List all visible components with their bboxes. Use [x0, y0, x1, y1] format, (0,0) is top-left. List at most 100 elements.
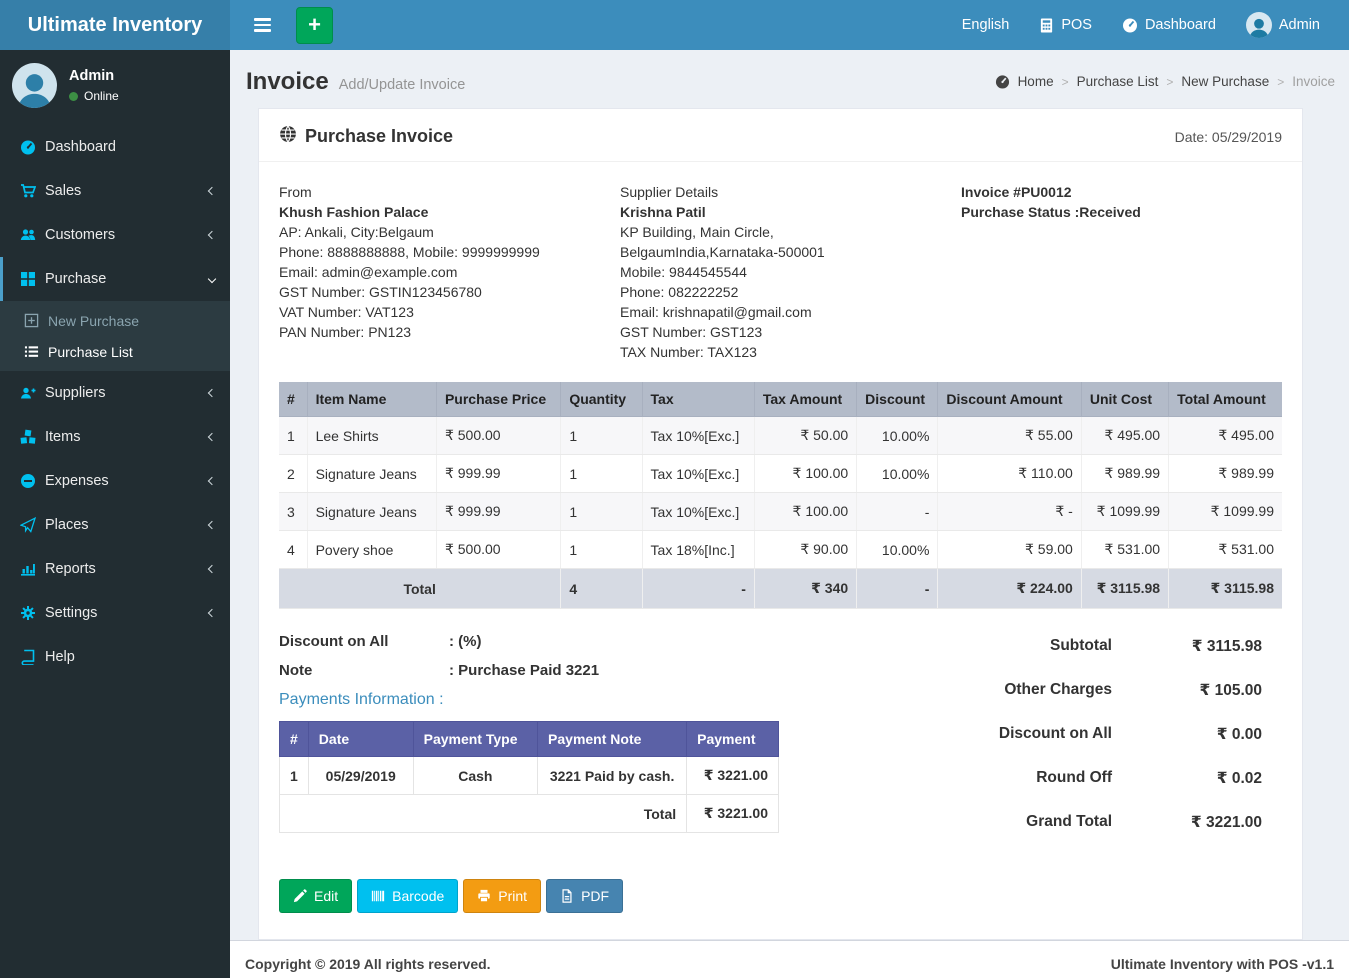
- chevron-left-icon: [207, 476, 217, 486]
- invoice-number: Invoice #PU0012: [961, 184, 1072, 200]
- breadcrumb: Home > Purchase List > New Purchase > In…: [995, 74, 1335, 89]
- sidebar: Admin Online Dashboard Sales Customers P…: [0, 50, 230, 978]
- chevron-left-icon: [207, 564, 217, 574]
- sidebar-user-panel: Admin Online: [0, 50, 230, 121]
- hamburger-icon[interactable]: [240, 0, 284, 50]
- items-header-row: # Item Name Purchase Price Quantity Tax Tax…: [279, 382, 1282, 417]
- summary-other-charges: Other Charges ₹ 105.00: [1004, 681, 1262, 699]
- payments-header-row: # Date Payment Type Payment Note Payment: [279, 721, 779, 757]
- home-gauge-icon: [995, 74, 1010, 89]
- sidebar-item-suppliers[interactable]: Suppliers: [0, 371, 230, 415]
- sidebar-item-purchase-list[interactable]: Purchase List: [0, 336, 230, 367]
- pencil-icon: [293, 889, 307, 903]
- speedometer-icon: [20, 139, 36, 155]
- list-icon: [24, 344, 39, 359]
- sidebar-user-status: Online: [69, 89, 119, 103]
- chevron-left-icon: [207, 186, 217, 196]
- sidebar-item-places[interactable]: Places: [0, 503, 230, 547]
- chevron-left-icon: [207, 230, 217, 240]
- note-line: Note : Purchase Paid 3221: [279, 662, 600, 679]
- calculator-icon: [1039, 17, 1054, 33]
- print-button[interactable]: Print: [463, 879, 542, 913]
- barcode-button[interactable]: Barcode: [357, 879, 459, 913]
- user-plus-icon: [20, 385, 36, 401]
- invoice-meta: Invoice #PU0012 Purchase Status :Receive…: [961, 182, 1282, 362]
- barcode-icon: [371, 889, 385, 903]
- content-header: Invoice Add/Update Invoice Home > Purcha…: [230, 50, 1349, 104]
- chevron-left-icon: [207, 388, 217, 398]
- sidebar-item-items[interactable]: Items: [0, 415, 230, 459]
- summary-subtotal: Subtotal ₹ 3115.98: [1050, 637, 1262, 655]
- summary-round-off: Round Off ₹ 0.02: [1036, 769, 1262, 787]
- from-name: Khush Fashion Palace: [279, 204, 429, 220]
- payments-table: # Date Payment Type Payment Note Payment 1…: [278, 721, 779, 833]
- cart-icon: [20, 183, 36, 199]
- summary-grand-total: Grand Total ₹ 3221.00: [1026, 813, 1262, 831]
- from-block: From Khush Fashion Palace AP: Ankali, Ci…: [279, 182, 620, 362]
- language-menu[interactable]: English: [947, 0, 1025, 50]
- chevron-left-icon: [207, 520, 217, 530]
- gear-icon: [20, 605, 36, 621]
- purchase-submenu: New Purchase Purchase List: [0, 301, 230, 371]
- card-title: Purchase Invoice: [279, 125, 453, 148]
- copyright-text: Copyright © 2019 All rights reserved.: [245, 956, 491, 972]
- navbar-avatar: [1245, 12, 1272, 38]
- online-dot: [69, 91, 78, 101]
- sidebar-item-settings[interactable]: Settings: [0, 591, 230, 635]
- items-table: # Item Name Purchase Price Quantity Tax Tax…: [279, 382, 1282, 609]
- summary-discount-on-all: Discount on All ₹ 0.00: [998, 725, 1262, 743]
- chevron-left-icon: [207, 432, 217, 442]
- edit-button[interactable]: Edit: [279, 879, 353, 913]
- user-menu[interactable]: Admin: [1231, 0, 1335, 50]
- payment-row: 1 05/29/2019 Cash 3221 Paid by cash. ₹ 3…: [279, 756, 779, 795]
- paper-plane-icon: [20, 517, 36, 533]
- chevron-down-icon: [207, 274, 217, 284]
- invoice-card: Purchase Invoice Date: 05/29/2019 From K…: [258, 108, 1303, 940]
- plus-square-icon: [24, 313, 39, 328]
- items-total-row: Total 4 - ₹ 340 - ₹ 224.00 ₹ 3115.98 ₹ 3…: [279, 568, 1282, 609]
- page-title: Invoice: [246, 68, 329, 95]
- page-subtitle: Add/Update Invoice: [338, 77, 466, 93]
- top-navbar: Ultimate Inventory + English POS Dashboa…: [0, 0, 1349, 50]
- table-row: 2 Signature Jeans ₹ 999.99 1 Tax 10%[Exc.]…: [279, 454, 1282, 493]
- breadcrumb-purchase-list[interactable]: Purchase List: [1077, 74, 1159, 89]
- sidebar-item-new-purchase[interactable]: New Purchase: [0, 305, 230, 336]
- globe-icon: [279, 125, 297, 148]
- printer-icon: [477, 889, 491, 903]
- pdf-button[interactable]: PDF: [546, 879, 624, 913]
- avatar: [12, 63, 57, 108]
- bar-chart-icon: [20, 561, 36, 577]
- invoice-date: Date: 05/29/2019: [1174, 128, 1282, 145]
- table-row: 3 Signature Jeans ₹ 999.99 1 Tax 10%[Exc.]…: [279, 492, 1282, 531]
- minus-circle-icon: [20, 473, 36, 489]
- sidebar-item-purchase[interactable]: Purchase: [0, 257, 230, 301]
- breadcrumb-home[interactable]: Home: [1018, 74, 1054, 89]
- table-row: 1 Lee Shirts ₹ 500.00 1 Tax 10%[Exc.] ₹ 50.…: [279, 416, 1282, 455]
- breadcrumb-current: Invoice: [1292, 74, 1335, 89]
- brand-logo[interactable]: Ultimate Inventory: [0, 0, 230, 50]
- supplier-name: Krishna Patil: [620, 204, 706, 220]
- sidebar-item-help[interactable]: Help: [0, 635, 230, 679]
- sidebar-item-sales[interactable]: Sales: [0, 169, 230, 213]
- breadcrumb-new-purchase[interactable]: New Purchase: [1181, 74, 1269, 89]
- sidebar-item-dashboard[interactable]: Dashboard: [0, 125, 230, 169]
- add-button[interactable]: +: [296, 6, 333, 44]
- users-icon: [20, 227, 36, 243]
- pdf-file-icon: [560, 889, 574, 903]
- sidebar-item-customers[interactable]: Customers: [0, 213, 230, 257]
- discount-on-all-line: Discount on All : (%): [279, 633, 482, 650]
- table-row: 4 Povery shoe ₹ 500.00 1 Tax 18%[Inc.] ₹ 90…: [279, 530, 1282, 569]
- cubes-icon: [20, 429, 36, 445]
- dashboard-link[interactable]: Dashboard: [1107, 0, 1231, 50]
- footer: Copyright © 2019 All rights reserved. Ul…: [230, 940, 1349, 978]
- purchase-status: Purchase Status :Received: [961, 204, 1141, 220]
- plus-icon: +: [308, 12, 321, 37]
- sidebar-item-expenses[interactable]: Expenses: [0, 459, 230, 503]
- sidebar-item-reports[interactable]: Reports: [0, 547, 230, 591]
- dashboard-icon: [1122, 17, 1138, 33]
- grid-icon: [20, 271, 36, 287]
- version-text: Ultimate Inventory with POS -v1.1: [1110, 956, 1334, 972]
- pos-link[interactable]: POS: [1024, 0, 1107, 50]
- book-icon: [20, 649, 36, 665]
- chevron-left-icon: [207, 608, 217, 618]
